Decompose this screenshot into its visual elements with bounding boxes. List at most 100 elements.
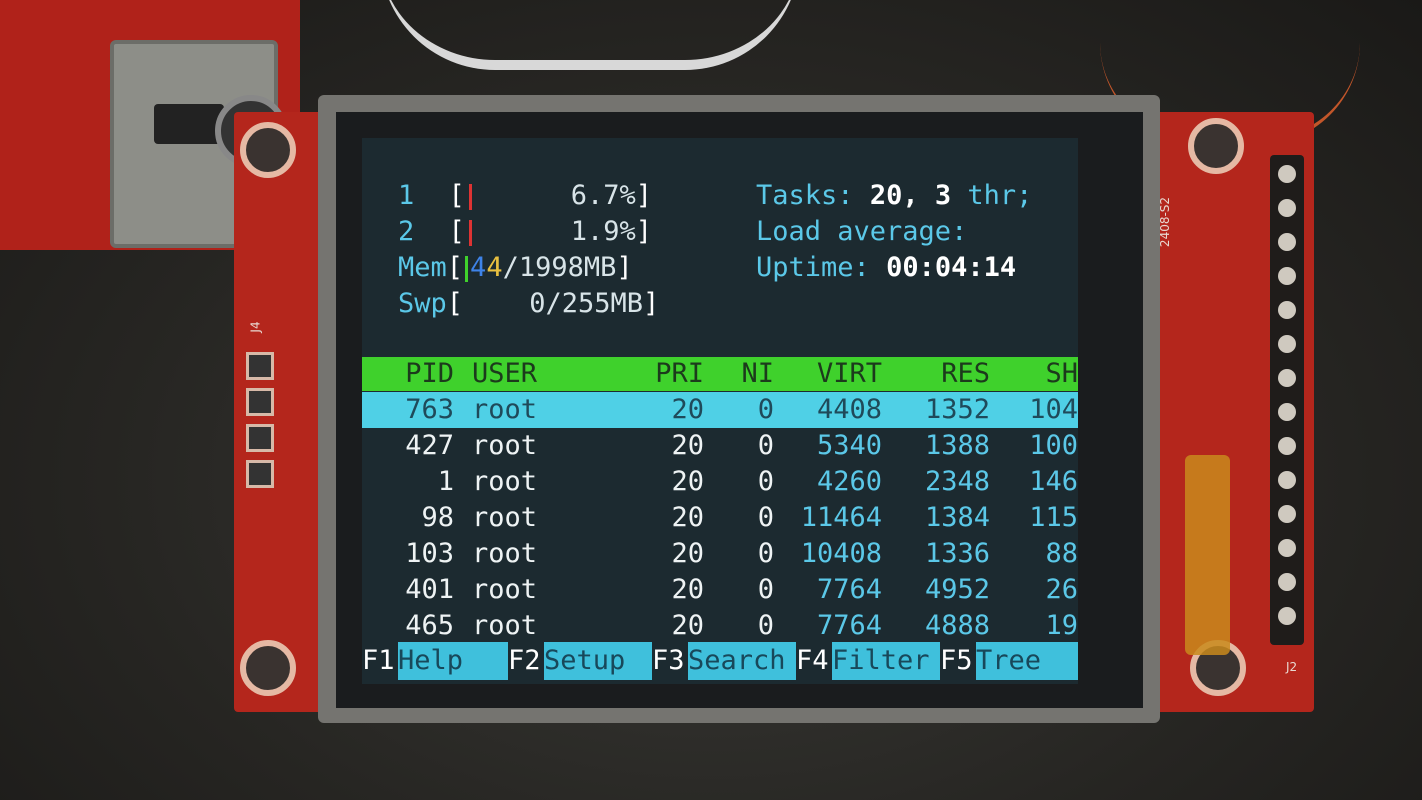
cell-user: root [472, 502, 538, 533]
cell-pri: 20 [671, 610, 704, 641]
cell-virt: 11464 [800, 502, 882, 533]
column-shr[interactable]: SH [1002, 357, 1078, 391]
memory-used-value: 4 [486, 252, 503, 283]
process-row[interactable]: 427 root 20 0 5340 1388 100 [362, 428, 1078, 464]
cell-ni: 0 [757, 574, 774, 605]
cpu-usage-bar [468, 219, 472, 246]
pin-header [1270, 155, 1304, 645]
cpu-percent: 6.7% [570, 180, 636, 211]
cell-shr: 19 [1045, 610, 1078, 641]
mount-hole [240, 640, 296, 696]
cpu-percent: 1.9% [570, 216, 636, 247]
header-pin [1278, 505, 1296, 523]
f5-key[interactable]: F5 [940, 642, 973, 680]
process-row[interactable]: 103 root 20 0 10408 1336 88 [362, 536, 1078, 572]
connector-pin [246, 352, 274, 380]
column-pid[interactable]: PID [362, 357, 454, 391]
column-virt[interactable]: VIRT [782, 357, 882, 391]
cell-shr: 146 [1029, 466, 1078, 497]
cell-user: root [472, 466, 538, 497]
header-pin [1278, 233, 1296, 251]
cell-pri: 20 [671, 430, 704, 461]
swap-value: 0/255MB [529, 288, 644, 319]
header-pin [1278, 539, 1296, 557]
cell-pri: 20 [671, 466, 704, 497]
cpu-meter-2: 2 [1.9%] [398, 214, 652, 250]
cell-pid: 103 [405, 538, 454, 569]
ribbon-cable [1185, 455, 1230, 655]
f3-key[interactable]: F3 [652, 642, 685, 680]
meter-open-bracket: [ [446, 288, 464, 319]
memory-used-4: 4 [470, 252, 487, 283]
cell-virt: 4260 [816, 466, 882, 497]
cell-user: root [472, 574, 538, 605]
f4-key[interactable]: F4 [796, 642, 829, 680]
cell-pid: 98 [421, 502, 454, 533]
process-row[interactable]: 465 root 20 0 7764 4888 19 [362, 608, 1078, 644]
process-row[interactable]: 401 root 20 0 7764 4952 26 [362, 572, 1078, 608]
gray-wire [380, 0, 800, 70]
cell-pid: 401 [405, 574, 454, 605]
swap-meter: Swp[0/255MB] [398, 286, 659, 322]
f1-key[interactable]: F1 [362, 642, 395, 680]
connector-pin [246, 388, 274, 416]
meter-close-bracket: ] [635, 216, 653, 247]
htop-screen: 1 [6.7%] 2 [1.9%] Mem[44/1998MB] Swp[0/2… [362, 138, 1078, 684]
cell-shr: 115 [1029, 502, 1078, 533]
cell-shr: 88 [1045, 538, 1078, 569]
tasks-value: 20, [869, 180, 919, 211]
setup-button[interactable]: Setup [544, 642, 652, 680]
column-res[interactable]: RES [892, 357, 990, 391]
mount-hole [240, 122, 296, 178]
cell-pri: 20 [671, 538, 704, 569]
cell-ni: 0 [757, 610, 774, 641]
f2-key[interactable]: F2 [508, 642, 541, 680]
header-pin [1278, 301, 1296, 319]
cell-ni: 0 [757, 538, 774, 569]
cpu-id: 2 [398, 216, 415, 247]
filter-button[interactable]: Filter [832, 642, 940, 680]
uptime-label: Uptime: [756, 252, 870, 283]
header-pin [1278, 267, 1296, 285]
column-ni[interactable]: NI [732, 357, 774, 391]
search-button[interactable]: Search [688, 642, 796, 680]
cpu-id: 1 [398, 180, 415, 211]
meter-open-bracket: [ [448, 216, 465, 247]
load-average-label: Load average: [756, 216, 968, 247]
cell-pid: 427 [405, 430, 454, 461]
header-pin [1278, 437, 1296, 455]
uptime-value: 00:04:14 [886, 252, 1017, 283]
cell-shr: 100 [1029, 430, 1078, 461]
meter-close-bracket: ] [635, 180, 653, 211]
cell-user: root [472, 610, 538, 641]
cell-virt: 5340 [816, 430, 882, 461]
cell-res: 4888 [924, 610, 990, 641]
header-pin [1278, 607, 1296, 625]
cell-pid: 1 [437, 466, 454, 497]
process-row[interactable]: 1 root 20 0 4260 2348 146 [362, 464, 1078, 500]
meter-open-bracket: [ [446, 252, 464, 283]
cell-res: 2348 [924, 466, 990, 497]
column-user[interactable]: USER [472, 357, 537, 391]
header-pin [1278, 573, 1296, 591]
cell-ni: 0 [757, 394, 774, 425]
cell-user: root [472, 394, 538, 425]
help-button[interactable]: Help [398, 642, 508, 680]
silkscreen-j4: J4 [248, 321, 263, 333]
cell-res: 1336 [924, 538, 990, 569]
cell-res: 4952 [924, 574, 990, 605]
column-pri[interactable]: PRI [642, 357, 704, 391]
tree-button[interactable]: Tree [976, 642, 1078, 680]
process-row[interactable]: 763 root 20 0 4408 1352 104 [362, 392, 1078, 428]
cell-ni: 0 [757, 466, 774, 497]
cell-user: root [472, 538, 538, 569]
process-row[interactable]: 98 root 20 0 11464 1384 115 [362, 500, 1078, 536]
process-table-header[interactable]: PID USER PRI NI VIRT RES SH [362, 357, 1078, 391]
memory-meter: Mem[44/1998MB] [398, 250, 633, 286]
cell-virt: 7764 [816, 610, 882, 641]
memory-used-bar [465, 255, 469, 282]
cell-virt: 7764 [816, 574, 882, 605]
silkscreen-model: 2408-S2 [1158, 196, 1173, 248]
tasks-summary: Tasks: 20, 3 thr; [756, 178, 1032, 214]
cell-pri: 20 [671, 502, 704, 533]
